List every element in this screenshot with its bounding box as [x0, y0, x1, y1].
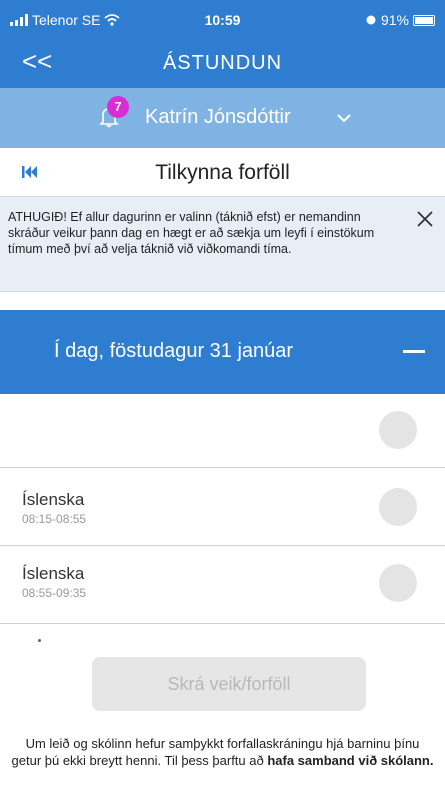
whole-day-radio[interactable] [379, 411, 417, 449]
alarm-icon [366, 15, 376, 25]
lesson-subject: Íslenska [22, 490, 85, 509]
lesson-subject: Íslenska [22, 564, 85, 583]
battery-icon [413, 14, 435, 26]
page-title-row: Tilkynna forföll [0, 148, 445, 196]
status-right: 91% [365, 12, 435, 28]
day-header[interactable]: Í dag, föstudagur 31 janúar [0, 310, 445, 394]
lesson-radio[interactable] [379, 564, 417, 602]
app-header: << ÁSTUNDUN [0, 38, 445, 88]
footer-note: Um leið og skólinn hefur samþykkt forfal… [10, 735, 435, 769]
lesson-time: 08:55-09:35 [22, 586, 87, 600]
close-icon[interactable] [415, 209, 435, 229]
chevron-down-icon[interactable] [336, 110, 352, 126]
notification-badge: 7 [107, 96, 129, 118]
status-bar: Telenor SE 10:59 91% [0, 0, 445, 38]
notice-text: ATHUGIÐ! Ef allur dagurinn er valinn (tá… [8, 210, 375, 256]
app-title: ÁSTUNDUN [162, 52, 283, 74]
user-selector[interactable]: 7 Katrín Jónsdóttir [0, 88, 445, 148]
list-overflow-indicator [38, 639, 41, 642]
lesson-list: Íslenska 08:15-08:55 Íslenska 08:55-09:3… [0, 394, 445, 644]
whole-day-row[interactable] [0, 394, 445, 468]
page-title: Tilkynna forföll [155, 161, 290, 184]
lesson-row[interactable]: Íslenska 08:15-08:55 [0, 468, 445, 546]
contact-school-text: hafa samband við skólann. [267, 753, 434, 768]
lesson-time: 08:15-08:55 [22, 512, 87, 526]
user-name[interactable]: Katrín Jónsdóttir [145, 106, 291, 129]
submit-button[interactable]: Skrá veik/forföll [92, 657, 366, 711]
day-label: Í dag, föstudagur 31 janúar [54, 340, 294, 362]
lesson-row[interactable]: Íslenska 08:55-09:35 [0, 546, 445, 624]
lesson-radio[interactable] [379, 488, 417, 526]
collapse-icon[interactable] [403, 350, 425, 353]
notice-banner: ATHUGIÐ! Ef allur dagurinn er valinn (tá… [0, 196, 445, 292]
battery-percent: 91% [380, 12, 409, 28]
